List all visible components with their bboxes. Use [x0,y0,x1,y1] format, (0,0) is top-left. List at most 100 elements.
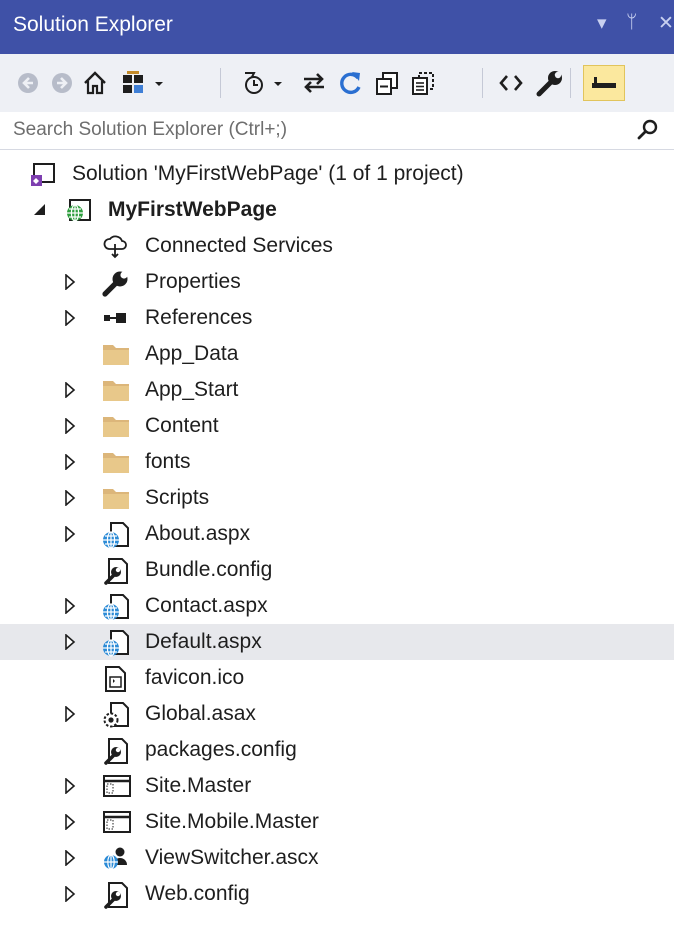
tree-item[interactable]: Site.Master [0,768,674,804]
tree-item[interactable]: Content [0,408,674,444]
view-code-button[interactable] [495,65,527,101]
tree-item-label: Default.aspx [145,630,262,653]
tree-item-label: Scripts [145,486,210,509]
forward-button[interactable] [48,65,76,101]
expand-arrow-icon[interactable] [62,849,78,867]
tree-item-solution[interactable]: Solution 'MyFirstWebPage' (1 of 1 projec… [0,156,674,192]
tree-item-label: Bundle.config [145,558,273,581]
expand-arrow-icon[interactable] [62,309,78,327]
tree-item[interactable]: Web.config [0,876,674,912]
tree-item[interactable]: Global.asax [0,696,674,732]
tree-item[interactable]: References [0,300,674,336]
expanded-arrow-icon[interactable] [32,201,48,219]
view-code-icon [498,71,524,95]
refresh-button[interactable] [336,65,366,101]
tree-item-label: Web.config [145,882,250,905]
tree-item-label: Site.Master [145,774,252,797]
master-page-icon [102,809,131,835]
search-input[interactable] [0,112,633,148]
tree-item-project[interactable]: MyFirstWebPage [0,192,674,228]
tree-item-label: Global.asax [145,702,256,725]
pin-icon[interactable]: ᛘ [626,12,637,34]
tree-item[interactable]: favicon.ico [0,660,674,696]
search-icon[interactable] [636,118,660,147]
forward-icon [50,71,74,95]
folder-icon [102,341,129,367]
expand-arrow-icon[interactable] [62,777,78,795]
folder-icon [102,377,129,403]
expand-arrow-icon[interactable] [62,489,78,507]
tree-item-label: Solution 'MyFirstWebPage' (1 of 1 projec… [72,162,464,185]
expand-arrow-icon[interactable] [62,813,78,831]
config-file-icon [102,881,128,909]
tree-item[interactable]: Bundle.config [0,552,674,588]
toolbar-separator [482,68,483,98]
tree-item[interactable]: packages.config [0,732,674,768]
expand-arrow-icon[interactable] [62,453,78,471]
window-position-dropdown-icon[interactable]: ▾ [597,12,607,35]
collapse-all-button[interactable] [372,65,402,101]
tree-item[interactable]: fonts [0,444,674,480]
expand-arrow-icon[interactable] [62,705,78,723]
close-icon[interactable]: ✕ [658,12,674,35]
collapse-all-icon [374,70,400,96]
tree-item[interactable]: Contact.aspx [0,588,674,624]
folder-icon [102,485,129,511]
tree-item-label: App_Start [145,378,239,401]
ico-file-icon [102,665,128,692]
toolbar [0,54,674,113]
tree-item[interactable]: Connected Services [0,228,674,264]
title-bar: Solution Explorer ▾ ᛘ ✕ [0,0,674,54]
tree-item[interactable]: App_Data [0,336,674,372]
preview-selected-items-button[interactable] [583,65,625,101]
tree-item-label: App_Data [145,342,239,365]
back-button[interactable] [14,65,42,101]
connected-services-icon [102,233,128,259]
tree-item-label: Site.Mobile.Master [145,810,319,833]
refresh-icon [338,70,364,96]
expand-arrow-icon[interactable] [62,273,78,291]
back-icon [16,71,40,95]
user-control-icon [102,845,128,871]
tree-item-label: Connected Services [145,234,333,257]
tree-item[interactable]: ViewSwitcher.ascx [0,840,674,876]
expand-arrow-icon[interactable] [62,525,78,543]
search-box [0,112,674,150]
tree-item[interactable]: Default.aspx [0,624,674,660]
tree-item[interactable]: App_Start [0,372,674,408]
expand-arrow-icon[interactable] [62,633,78,651]
switch-views-icon [121,69,167,97]
tree-item-label: MyFirstWebPage [108,198,277,221]
home-button[interactable] [80,65,110,101]
expand-arrow-icon[interactable] [62,597,78,615]
switch-views-button[interactable] [116,65,172,101]
show-all-files-button[interactable] [408,65,438,101]
config-file-icon [102,557,128,585]
web-project-icon [64,197,91,223]
tree-item[interactable]: Scripts [0,480,674,516]
tree-item-label: Content [145,414,219,437]
master-page-icon [102,773,131,799]
references-icon [102,305,128,331]
toolbar-separator [570,68,571,98]
aspx-file-icon [102,521,129,549]
tree-item-label: ViewSwitcher.ascx [145,846,319,869]
pending-changes-filter-button[interactable] [236,65,292,101]
expand-arrow-icon[interactable] [62,417,78,435]
tree-item-label: favicon.ico [145,666,245,689]
tree-item-label: Properties [145,270,241,293]
expand-arrow-icon[interactable] [62,381,78,399]
sync-with-active-document-button[interactable] [298,65,330,101]
tree-item[interactable]: Site.Mobile.Master [0,804,674,840]
properties-wrench-button[interactable] [534,65,566,101]
tree-item-label: References [145,306,253,329]
sync-with-active-document-icon [300,70,328,96]
expand-arrow-icon[interactable] [62,885,78,903]
pending-changes-filter-icon [242,69,286,97]
panel-title: Solution Explorer [13,13,173,36]
config-file-icon [102,737,128,765]
tree-item[interactable]: About.aspx [0,516,674,552]
asax-file-icon [102,701,129,728]
tree-item[interactable]: Properties [0,264,674,300]
aspx-file-icon [102,593,129,621]
